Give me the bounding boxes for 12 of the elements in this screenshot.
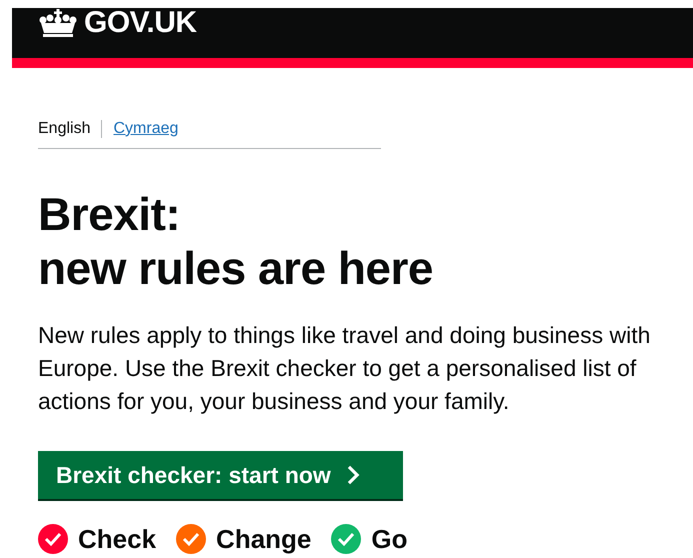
start-button[interactable]: Brexit checker: start now xyxy=(38,451,403,499)
current-language: English xyxy=(38,119,90,139)
page-heading: new rules are here xyxy=(38,241,433,295)
page-heading: Brexit: xyxy=(38,187,180,241)
language-link[interactable]: Cymraeg xyxy=(113,119,178,139)
step-label: Go xyxy=(371,523,408,555)
step-label: Check xyxy=(78,523,156,555)
intro-paragraph: New rules apply to things like travel and doing business with Europe. Use the Brexit checker to get a personalised list of actions for you, your business and your family. xyxy=(38,321,652,416)
chevron-icon xyxy=(346,465,360,485)
step-label: Change xyxy=(216,523,312,555)
crown-icon xyxy=(38,9,78,37)
govuk-logo-link[interactable]: GOV.UK xyxy=(84,8,197,38)
